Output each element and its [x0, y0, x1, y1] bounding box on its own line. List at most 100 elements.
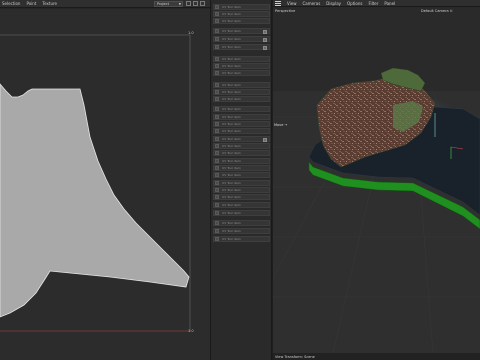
vp-menu-cameras[interactable]: Cameras	[303, 1, 321, 6]
uv-menu-point[interactable]: Point	[26, 1, 36, 6]
tool-item[interactable]: UV Tool item	[213, 56, 270, 62]
tool-item[interactable]: UV Tool item	[213, 150, 270, 156]
tool-icon	[215, 37, 219, 41]
tool-option-checkbox[interactable]	[263, 46, 267, 50]
tool-icon	[215, 166, 219, 170]
tool-item[interactable]: UV Tool item	[213, 228, 270, 234]
tool-label: UV Tool item	[222, 115, 241, 119]
uv-menu-texture[interactable]: Texture	[42, 1, 57, 6]
tool-item[interactable]: UV Tool item	[213, 82, 270, 88]
tool-icon	[215, 221, 219, 225]
tool-icon	[215, 29, 219, 33]
tool-item[interactable]: UV Tool item	[213, 96, 270, 102]
tool-item[interactable]: UV Tool item	[213, 70, 270, 76]
viewport-status-text: View Transform: Scene	[275, 354, 315, 359]
tool-item[interactable]: UV Tool item	[213, 210, 270, 216]
tool-item[interactable]: UV Tool item	[213, 44, 270, 50]
tool-icon	[215, 57, 219, 61]
tool-label: UV Tool item	[222, 229, 241, 233]
tool-icon	[215, 19, 219, 23]
tool-icon	[215, 71, 219, 75]
grid-icon[interactable]	[193, 1, 198, 6]
tool-icon	[215, 12, 219, 16]
snap-icon[interactable]	[186, 1, 191, 6]
tool-item[interactable]: UV Tool item	[213, 202, 270, 208]
viewport-projection-label[interactable]: Perspective	[275, 9, 295, 13]
vp-menu-view[interactable]: View	[287, 1, 297, 6]
viewport-drawing	[273, 7, 480, 353]
tool-label: UV Tool item	[222, 5, 241, 9]
tool-option-checkbox[interactable]	[263, 30, 267, 34]
tool-icon	[215, 203, 219, 207]
tool-item[interactable]: UV Tool item	[213, 158, 270, 164]
uv-tick-bottom: 1.0	[188, 329, 194, 333]
tool-item[interactable]: UV Tool item	[213, 187, 270, 193]
tool-label: UV Tool item	[222, 181, 241, 185]
tool-label: UV Tool item	[222, 83, 241, 87]
tool-label: UV Tool item	[222, 237, 241, 241]
viewport-3d-scene[interactable]	[273, 7, 480, 353]
tool-item[interactable]: UV Tool item	[213, 236, 270, 242]
tool-icon	[215, 181, 219, 185]
tool-label: UV Tool item	[222, 173, 241, 177]
tool-item[interactable]: UV Tool item	[213, 18, 270, 24]
tool-item[interactable]: UV Tool item	[213, 220, 270, 226]
tool-item[interactable]: UV Tool item	[213, 106, 270, 112]
tool-option-checkbox[interactable]	[263, 138, 267, 142]
tool-label: UV Tool item	[222, 29, 241, 33]
tool-label: UV Tool item	[222, 107, 241, 111]
tool-item[interactable]: UV Tool item	[213, 121, 270, 127]
tool-icon	[215, 45, 219, 49]
tool-item[interactable]: UV Tool item	[213, 28, 270, 34]
vp-menu-options[interactable]: Options	[347, 1, 362, 6]
tool-label: UV Tool item	[222, 12, 241, 16]
tool-label: UV Tool item	[222, 151, 241, 155]
tool-item[interactable]: UV Tool item	[213, 143, 270, 149]
tool-item[interactable]: UV Tool item	[213, 194, 270, 200]
uv-tick-top: 1.0	[188, 31, 194, 35]
tool-item[interactable]: UV Tool item	[213, 63, 270, 69]
camera-icon: ⊙	[449, 9, 453, 13]
viewport-menubar: View Cameras Display Options Filter Pane…	[273, 0, 480, 7]
tool-label: UV Tool item	[222, 144, 241, 148]
tool-icon	[215, 122, 219, 126]
tool-label: UV Tool item	[222, 166, 241, 170]
uv-canvas[interactable]: 1.0 1.0	[0, 9, 210, 360]
object-label-text: Move	[274, 123, 284, 127]
project-dropdown-value: Project	[157, 2, 169, 6]
tool-item[interactable]: UV Tool item	[213, 128, 270, 134]
uv-canvas-drawing	[0, 34, 191, 332]
tool-label: UV Tool item	[222, 195, 241, 199]
tool-option-checkbox[interactable]	[263, 38, 267, 42]
project-dropdown[interactable]: Project ▼	[154, 1, 183, 7]
tool-icon	[215, 5, 219, 9]
tool-item[interactable]: UV Tool item	[213, 136, 270, 142]
tool-item[interactable]: UV Tool item	[213, 172, 270, 178]
tool-item[interactable]: UV Tool item	[213, 4, 270, 10]
viewport-camera-label[interactable]: Default Camera ⊙	[421, 9, 453, 13]
tool-icon	[215, 195, 219, 199]
vp-menu-filter[interactable]: Filter	[368, 1, 378, 6]
tool-icon	[215, 83, 219, 87]
tool-item[interactable]: UV Tool item	[213, 165, 270, 171]
tool-item[interactable]: UV Tool item	[213, 11, 270, 17]
tool-item[interactable]: UV Tool item	[213, 89, 270, 95]
tool-icon	[215, 188, 219, 192]
tool-label: UV Tool item	[222, 211, 241, 215]
tool-label: UV Tool item	[222, 57, 241, 61]
tool-item[interactable]: UV Tool item	[213, 36, 270, 42]
tool-item[interactable]: UV Tool item	[213, 114, 270, 120]
tool-label: UV Tool item	[222, 19, 241, 23]
vp-menu-panel[interactable]: Panel	[384, 1, 395, 6]
tool-icon	[215, 237, 219, 241]
chevron-down-icon: ▼	[178, 2, 181, 6]
hamburger-menu-icon[interactable]	[275, 0, 281, 6]
tool-icon	[215, 90, 219, 94]
tool-icon	[215, 129, 219, 133]
tool-item[interactable]: UV Tool item	[213, 180, 270, 186]
view-settings-icon[interactable]	[200, 1, 205, 6]
uv-shell[interactable]	[0, 83, 190, 318]
tool-icon	[215, 144, 219, 148]
vp-menu-display[interactable]: Display	[326, 1, 341, 6]
uv-menu-selection[interactable]: Selection	[2, 1, 20, 6]
